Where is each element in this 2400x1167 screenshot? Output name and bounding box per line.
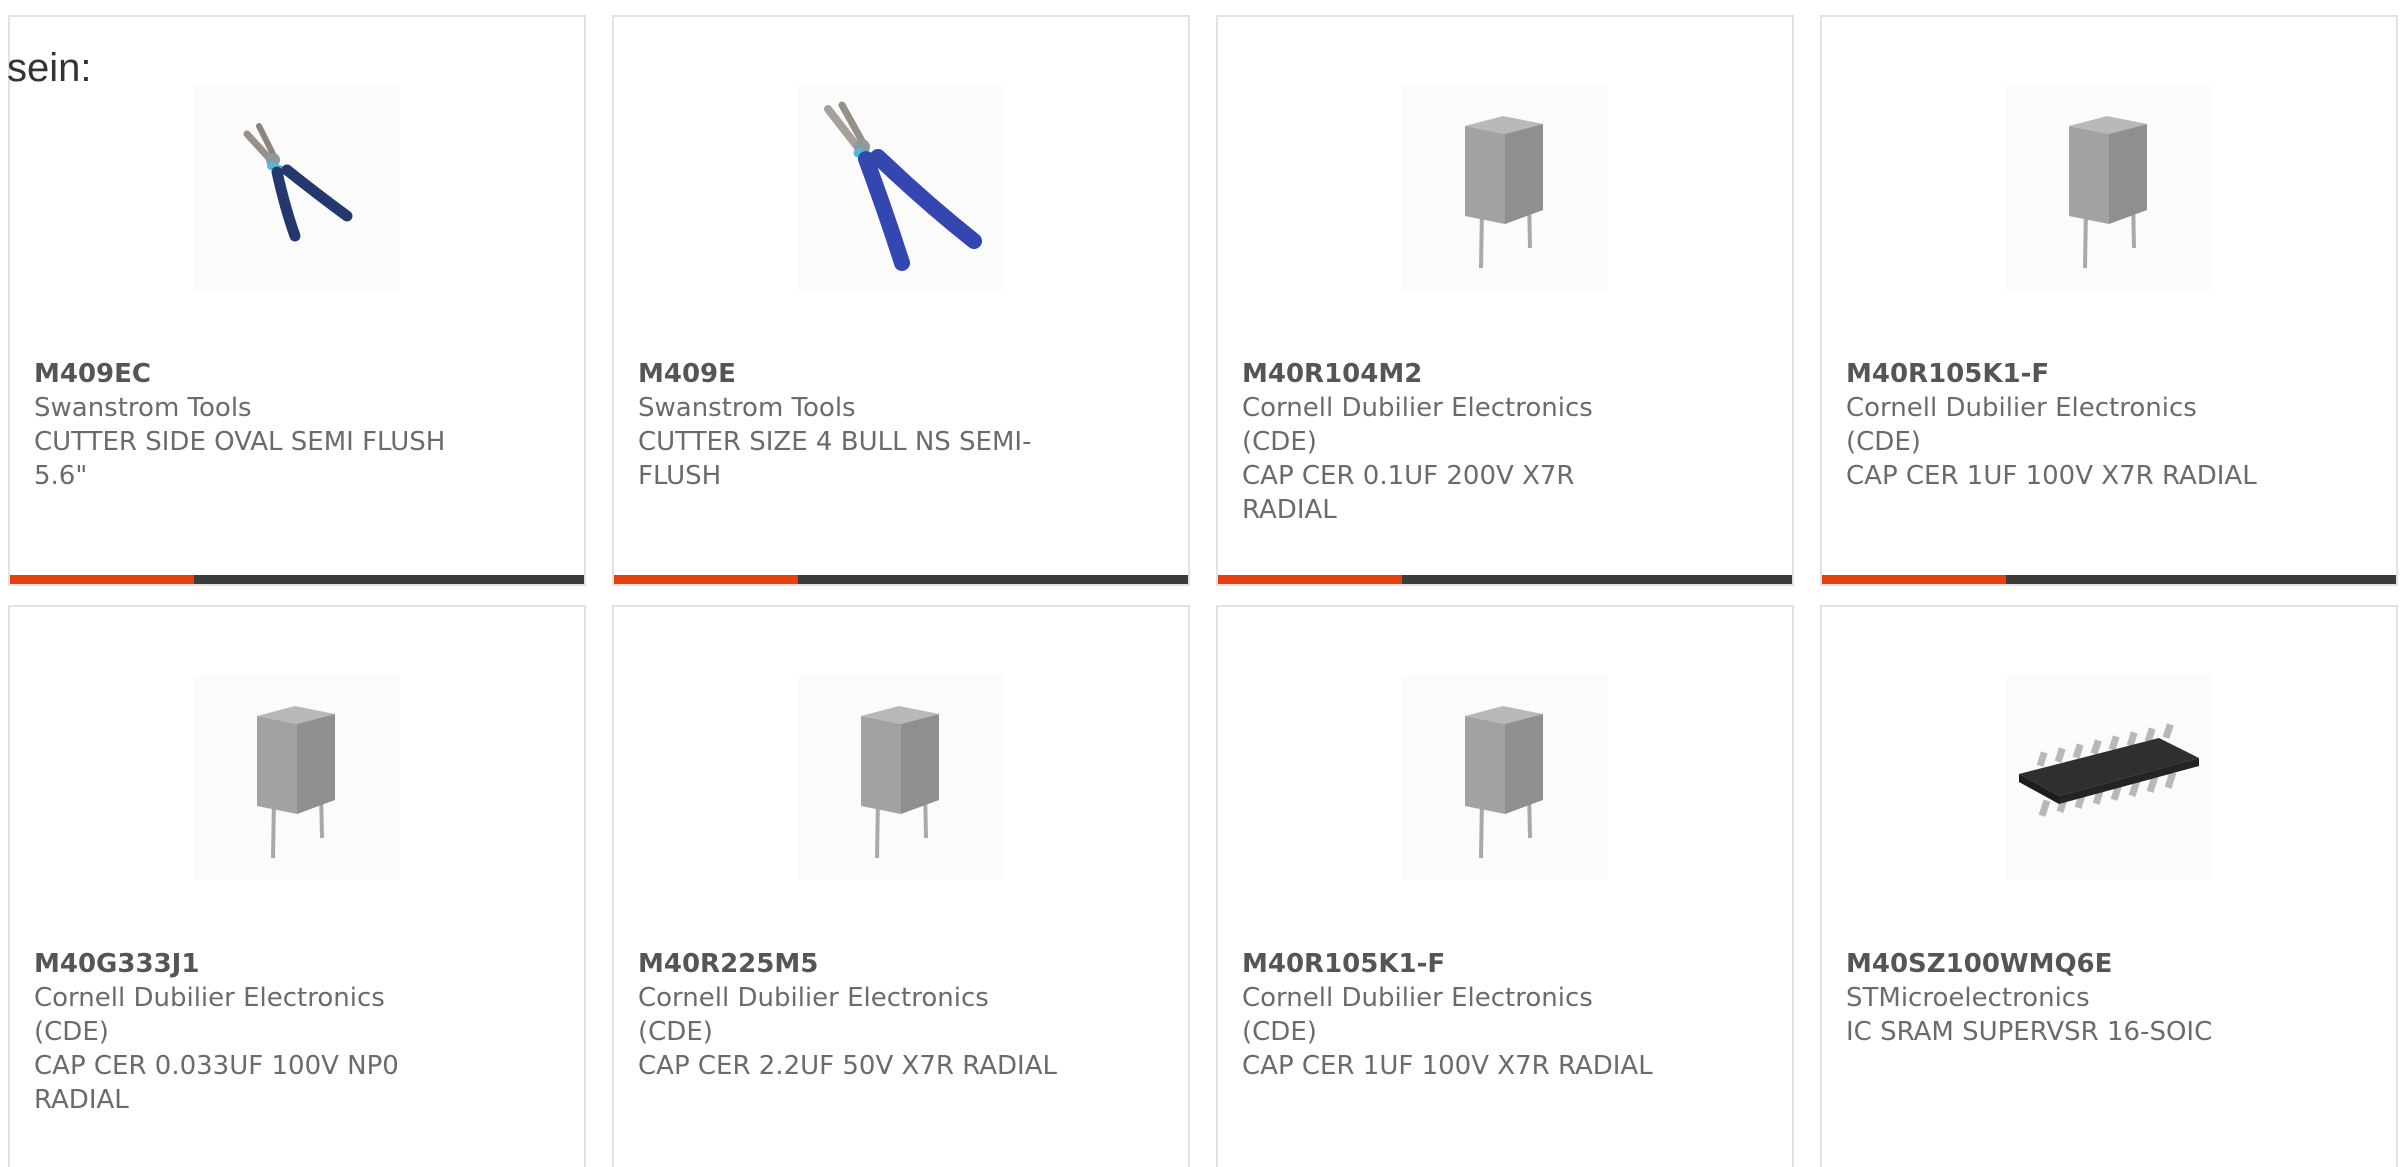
product-description: CUTTER SIZE 4 BULL NS SEMI-FLUSH	[638, 427, 1032, 491]
manufacturer-name: Cornell Dubilier Electronics (CDE)	[1242, 393, 1593, 457]
product-card[interactable]: M40R105K1-F Cornell Dubilier Electronics…	[1820, 15, 2398, 586]
carousel-progress-fill	[1822, 575, 2006, 584]
product-grid-page: sein: M409EC Swanstrom Tools CUTTER SIDE…	[0, 0, 2400, 1167]
manufacturer-name: Cornell Dubilier Electronics (CDE)	[638, 983, 989, 1047]
product-description: IC SRAM SUPERVSR 16-SOIC	[1846, 1017, 2213, 1047]
radial-capacitor-icon	[1445, 98, 1565, 278]
product-image[interactable]	[194, 675, 400, 880]
carousel-progress-fill	[10, 575, 194, 584]
product-grid: M409EC Swanstrom Tools CUTTER SIDE OVAL …	[8, 15, 2398, 1167]
product-card[interactable]: M40R225M5 Cornell Dubilier Electronics (…	[612, 605, 1190, 1167]
product-card[interactable]: M40R104M2 Cornell Dubilier Electronics (…	[1216, 15, 1794, 586]
side-cutter-large-icon	[806, 93, 996, 283]
manufacturer-name: Swanstrom Tools	[34, 393, 252, 423]
product-image[interactable]	[798, 85, 1004, 290]
carousel-progress-bar	[1822, 575, 2396, 584]
product-image[interactable]	[2006, 675, 2212, 880]
manufacturer-name: Cornell Dubilier Electronics (CDE)	[34, 983, 385, 1047]
radial-capacitor-icon	[1445, 688, 1565, 868]
product-info: M40R104M2 Cornell Dubilier Electronics (…	[1242, 357, 1672, 527]
part-number-link[interactable]: M40R104M2	[1242, 357, 1672, 391]
product-image[interactable]	[1402, 675, 1608, 880]
product-info: M40R105K1-F Cornell Dubilier Electronics…	[1242, 947, 1672, 1083]
carousel-progress-bar	[1218, 575, 1792, 584]
part-number-link[interactable]: M40R225M5	[638, 947, 1068, 981]
radial-capacitor-icon	[2049, 98, 2169, 278]
carousel-progress-fill	[1218, 575, 1402, 584]
side-cutter-small-icon	[207, 98, 387, 278]
part-number-link[interactable]: M409E	[638, 357, 1068, 391]
carousel-progress-fill	[614, 575, 798, 584]
product-image[interactable]	[1402, 85, 1608, 290]
manufacturer-name: Cornell Dubilier Electronics (CDE)	[1846, 393, 2197, 457]
product-info: M40G333J1 Cornell Dubilier Electronics (…	[34, 947, 464, 1117]
product-info: M40R105K1-F Cornell Dubilier Electronics…	[1846, 357, 2276, 493]
product-description: CAP CER 1UF 100V X7R RADIAL	[1846, 461, 2257, 491]
carousel-progress-bar	[10, 575, 584, 584]
soic-16-chip-icon	[2009, 708, 2209, 848]
product-card[interactable]: M40G333J1 Cornell Dubilier Electronics (…	[8, 605, 586, 1167]
part-number-link[interactable]: M40SZ100WMQ6E	[1846, 947, 2276, 981]
product-info: M409EC Swanstrom Tools CUTTER SIDE OVAL …	[34, 357, 464, 493]
product-card[interactable]: M40SZ100WMQ6E STMicroelectronics IC SRAM…	[1820, 605, 2398, 1167]
product-image[interactable]	[2006, 85, 2212, 290]
manufacturer-name: STMicroelectronics	[1846, 983, 2090, 1013]
product-card[interactable]: M409EC Swanstrom Tools CUTTER SIDE OVAL …	[8, 15, 586, 586]
product-info: M40R225M5 Cornell Dubilier Electronics (…	[638, 947, 1068, 1083]
product-description: CAP CER 0.033UF 100V NP0 RADIAL	[34, 1051, 399, 1115]
product-description: CAP CER 2.2UF 50V X7R RADIAL	[638, 1051, 1057, 1081]
product-card[interactable]: M409E Swanstrom Tools CUTTER SIZE 4 BULL…	[612, 15, 1190, 586]
product-info: M40SZ100WMQ6E STMicroelectronics IC SRAM…	[1846, 947, 2276, 1049]
carousel-progress-bar	[614, 575, 1188, 584]
product-description: CAP CER 1UF 100V X7R RADIAL	[1242, 1051, 1653, 1081]
product-image[interactable]	[798, 675, 1004, 880]
part-number-link[interactable]: M40G333J1	[34, 947, 464, 981]
manufacturer-name: Cornell Dubilier Electronics (CDE)	[1242, 983, 1593, 1047]
part-number-link[interactable]: M40R105K1-F	[1846, 357, 2276, 391]
product-description: CUTTER SIDE OVAL SEMI FLUSH 5.6"	[34, 427, 446, 491]
intro-text: sein:	[7, 46, 92, 90]
part-number-link[interactable]: M40R105K1-F	[1242, 947, 1672, 981]
product-image[interactable]	[194, 85, 400, 290]
product-info: M409E Swanstrom Tools CUTTER SIZE 4 BULL…	[638, 357, 1068, 493]
radial-capacitor-icon	[841, 688, 961, 868]
radial-capacitor-icon	[237, 688, 357, 868]
part-number-link[interactable]: M409EC	[34, 357, 464, 391]
manufacturer-name: Swanstrom Tools	[638, 393, 856, 423]
product-card[interactable]: M40R105K1-F Cornell Dubilier Electronics…	[1216, 605, 1794, 1167]
product-description: CAP CER 0.1UF 200V X7R RADIAL	[1242, 461, 1575, 525]
